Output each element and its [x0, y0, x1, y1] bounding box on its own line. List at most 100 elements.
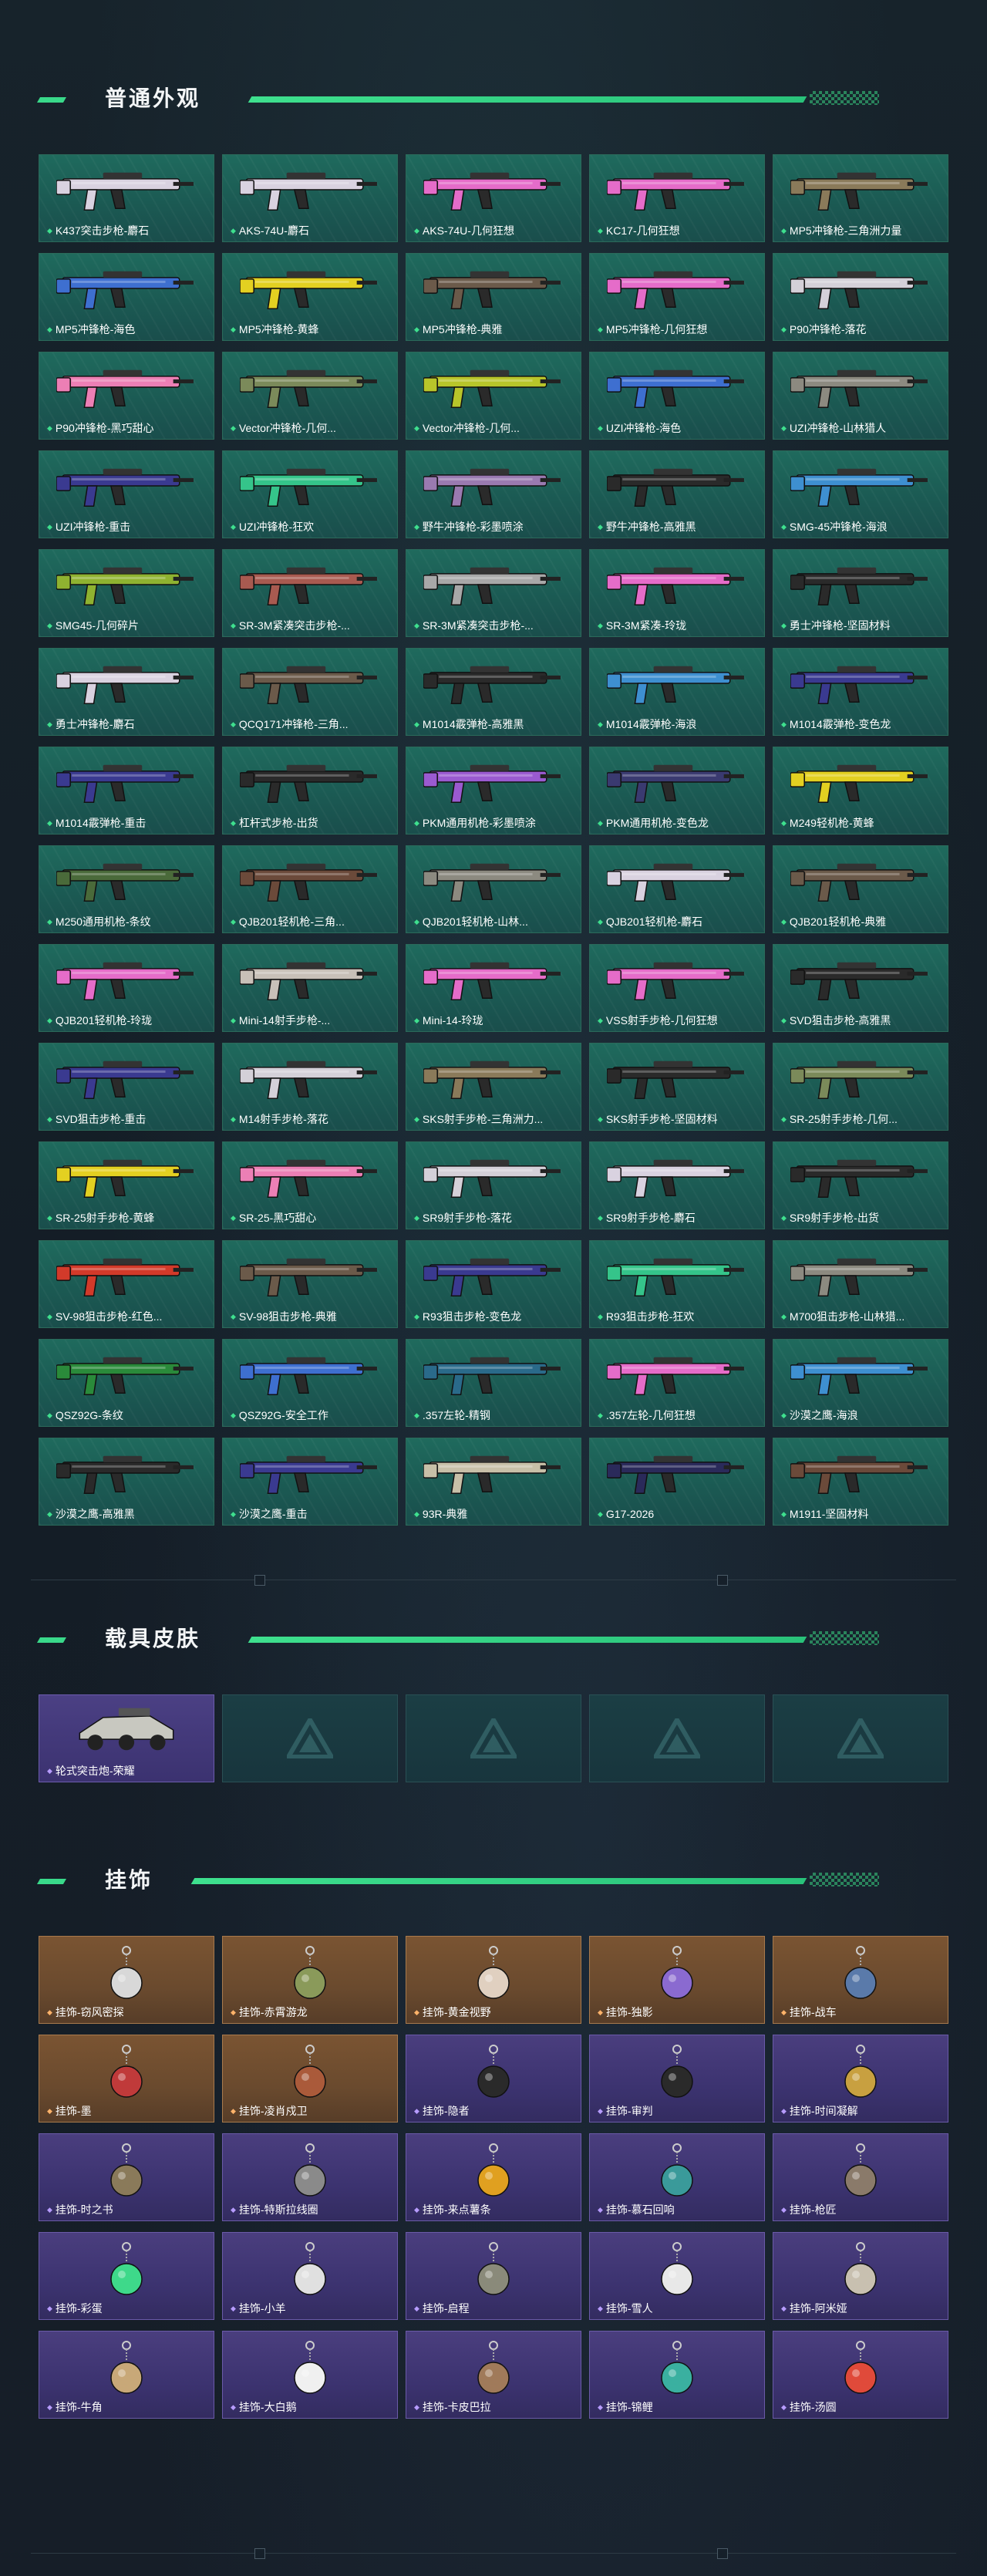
charm-card[interactable]: 挂饰-彩蛋	[39, 2232, 214, 2320]
item-label: 挂饰-隐者	[414, 2104, 576, 2118]
charm-card[interactable]: 挂饰-小羊	[222, 2232, 398, 2320]
weapon-skin-card[interactable]: UZI冲锋枪-海色	[589, 352, 765, 440]
weapon-skin-card[interactable]: Mini-14-玲珑	[406, 944, 581, 1032]
weapon-skin-card[interactable]: MP5冲锋枪-几何狂想	[589, 253, 765, 341]
charm-card[interactable]: 挂饰-审判	[589, 2035, 765, 2123]
weapon-image	[790, 962, 928, 1001]
weapon-skin-card[interactable]: Vector冲锋枪-几何...	[406, 352, 581, 440]
weapon-skin-card[interactable]: UZI冲锋枪-山林猎人	[773, 352, 948, 440]
weapon-skin-card[interactable]: 沙漠之鹰-重击	[222, 1438, 398, 1526]
weapon-skin-card[interactable]: M1014霰弹枪-重击	[39, 747, 214, 835]
weapon-skin-card[interactable]: M700狙击步枪-山林猎...	[773, 1240, 948, 1328]
weapon-skin-card[interactable]: M14射手步枪-落花	[222, 1043, 398, 1131]
weapon-skin-card[interactable]: AKS-74U-几何狂想	[406, 154, 581, 242]
charm-card[interactable]: 挂饰-时之书	[39, 2133, 214, 2221]
weapon-skin-card[interactable]: R93狙击步枪-狂欢	[589, 1240, 765, 1328]
charm-card[interactable]: 挂饰-汤圆	[773, 2331, 948, 2419]
weapon-skin-card[interactable]: M249轻机枪-黄蜂	[773, 747, 948, 835]
weapon-skin-card[interactable]: P90冲锋枪-黑巧甜心	[39, 352, 214, 440]
weapon-skin-card[interactable]: QSZ92G-安全工作	[222, 1339, 398, 1427]
weapon-skin-card[interactable]: SR-25-黑巧甜心	[222, 1141, 398, 1229]
item-label: 挂饰-审判	[598, 2104, 760, 2118]
charm-card[interactable]: 挂饰-黄金视野	[406, 1936, 581, 2024]
weapon-skin-card[interactable]: M1014霰弹枪-变色龙	[773, 648, 948, 736]
weapon-skin-card[interactable]: Mini-14射手步枪-...	[222, 944, 398, 1032]
weapon-skin-card[interactable]: SR9射手步枪-出货	[773, 1141, 948, 1229]
charm-card[interactable]: 挂饰-牛角	[39, 2331, 214, 2419]
weapon-skin-card[interactable]: QJB201轻机枪-麝石	[589, 845, 765, 933]
weapon-skin-card[interactable]: SR9射手步枪-落花	[406, 1141, 581, 1229]
weapon-skin-card[interactable]: SR-3M紧凑突击步枪-...	[406, 549, 581, 637]
weapon-skin-card[interactable]: UZI冲锋枪-狂欢	[222, 450, 398, 538]
weapon-skin-card[interactable]: SKS射手步枪-三角洲力...	[406, 1043, 581, 1131]
weapon-skin-card[interactable]: PKM通用机枪-彩墨喷涂	[406, 747, 581, 835]
weapon-skin-card[interactable]: QSZ92G-条纹	[39, 1339, 214, 1427]
charm-card[interactable]: 挂饰-时间凝解	[773, 2035, 948, 2123]
weapon-skin-card[interactable]: M1014霰弹枪-高雅黑	[406, 648, 581, 736]
weapon-skin-card[interactable]: 野牛冲锋枪-彩墨喷涂	[406, 450, 581, 538]
weapon-skin-card[interactable]: 勇士冲锋枪-麝石	[39, 648, 214, 736]
weapon-skin-card[interactable]: SVD狙击步枪-重击	[39, 1043, 214, 1131]
weapon-skin-card[interactable]: SR9射手步枪-麝石	[589, 1141, 765, 1229]
weapon-skin-card[interactable]: 野牛冲锋枪-高雅黑	[589, 450, 765, 538]
weapon-skin-card[interactable]: 93R-典雅	[406, 1438, 581, 1526]
charm-card[interactable]: 挂饰-慕石回响	[589, 2133, 765, 2221]
weapon-skin-card[interactable]: UZI冲锋枪-重击	[39, 450, 214, 538]
weapon-skin-card[interactable]: MP5冲锋枪-典雅	[406, 253, 581, 341]
weapon-skin-card[interactable]: MP5冲锋枪-三角洲力量	[773, 154, 948, 242]
vehicle-skin-card[interactable]: 轮式突击炮-荣耀	[39, 1694, 214, 1782]
weapon-skin-card[interactable]: SV-98狙击步枪-典雅	[222, 1240, 398, 1328]
weapon-skin-card[interactable]: 勇士冲锋枪-坚固材料	[773, 549, 948, 637]
weapon-skin-card[interactable]: SVD狙击步枪-高雅黑	[773, 944, 948, 1032]
charm-card[interactable]: 挂饰-窃风密探	[39, 1936, 214, 2024]
charm-card[interactable]: 挂饰-启程	[406, 2232, 581, 2320]
charm-card[interactable]: 挂饰-卡皮巴拉	[406, 2331, 581, 2419]
weapon-skin-card[interactable]: AKS-74U-麝石	[222, 154, 398, 242]
weapon-skin-card[interactable]: M1911-坚固材料	[773, 1438, 948, 1526]
weapon-skin-card[interactable]: SR-25射手步枪-几何...	[773, 1043, 948, 1131]
weapon-skin-card[interactable]: M250通用机枪-条纹	[39, 845, 214, 933]
charm-card[interactable]: 挂饰-阿米娅	[773, 2232, 948, 2320]
charm-card[interactable]: 挂饰-凌肖戍卫	[222, 2035, 398, 2123]
weapon-skin-card[interactable]: P90冲锋枪-落花	[773, 253, 948, 341]
charm-card[interactable]: 挂饰-独影	[589, 1936, 765, 2024]
charm-card[interactable]: 挂饰-隐者	[406, 2035, 581, 2123]
weapon-skin-card[interactable]: SR-3M紧凑-玲珑	[589, 549, 765, 637]
weapon-skin-card[interactable]: M1014霰弹枪-海浪	[589, 648, 765, 736]
weapon-image	[240, 764, 377, 804]
weapon-skin-card[interactable]: QJB201轻机枪-典雅	[773, 845, 948, 933]
weapon-skin-card[interactable]: KC17-几何狂想	[589, 154, 765, 242]
weapon-skin-card[interactable]: K437突击步枪-麝石	[39, 154, 214, 242]
charm-card[interactable]: 挂饰-战车	[773, 1936, 948, 2024]
weapon-skin-card[interactable]: QCQ171冲锋枪-三角...	[222, 648, 398, 736]
weapon-skin-card[interactable]: Vector冲锋枪-几何...	[222, 352, 398, 440]
weapon-skin-card[interactable]: SMG45-几何碎片	[39, 549, 214, 637]
weapon-skin-card[interactable]: SV-98狙击步枪-红色...	[39, 1240, 214, 1328]
weapon-skin-card[interactable]: QJB201轻机枪-山林...	[406, 845, 581, 933]
weapon-skin-card[interactable]: SMG-45冲锋枪-海浪	[773, 450, 948, 538]
weapon-skin-card[interactable]: 杠杆式步枪-出货	[222, 747, 398, 835]
weapon-skin-card[interactable]: VSS射手步枪-几何狂想	[589, 944, 765, 1032]
weapon-skin-card[interactable]: G17-2026	[589, 1438, 765, 1526]
weapon-skin-card[interactable]: .357左轮-几何狂想	[589, 1339, 765, 1427]
charm-card[interactable]: 挂饰-大白鹅	[222, 2331, 398, 2419]
weapon-skin-card[interactable]: .357左轮-精钢	[406, 1339, 581, 1427]
charm-card[interactable]: 挂饰-特斯拉线圈	[222, 2133, 398, 2221]
charm-card[interactable]: 挂饰-锦鲤	[589, 2331, 765, 2419]
weapon-skin-card[interactable]: 沙漠之鹰-海浪	[773, 1339, 948, 1427]
weapon-skin-card[interactable]: R93狙击步枪-变色龙	[406, 1240, 581, 1328]
charm-card[interactable]: 挂饰-来点薯条	[406, 2133, 581, 2221]
charm-card[interactable]: 挂饰-赤霄游龙	[222, 1936, 398, 2024]
charm-card[interactable]: 挂饰-雪人	[589, 2232, 765, 2320]
charm-card[interactable]: 挂饰-墨	[39, 2035, 214, 2123]
weapon-skin-card[interactable]: MP5冲锋枪-黄蜂	[222, 253, 398, 341]
weapon-skin-card[interactable]: QJB201轻机枪-三角...	[222, 845, 398, 933]
weapon-skin-card[interactable]: QJB201轻机枪-玲珑	[39, 944, 214, 1032]
weapon-skin-card[interactable]: SKS射手步枪-坚固材料	[589, 1043, 765, 1131]
weapon-skin-card[interactable]: 沙漠之鹰-高雅黑	[39, 1438, 214, 1526]
charm-card[interactable]: 挂饰-枪匠	[773, 2133, 948, 2221]
weapon-skin-card[interactable]: SR-3M紧凑突击步枪-...	[222, 549, 398, 637]
weapon-skin-card[interactable]: MP5冲锋枪-海色	[39, 253, 214, 341]
weapon-skin-card[interactable]: SR-25射手步枪-黄蜂	[39, 1141, 214, 1229]
weapon-skin-card[interactable]: PKM通用机枪-变色龙	[589, 747, 765, 835]
